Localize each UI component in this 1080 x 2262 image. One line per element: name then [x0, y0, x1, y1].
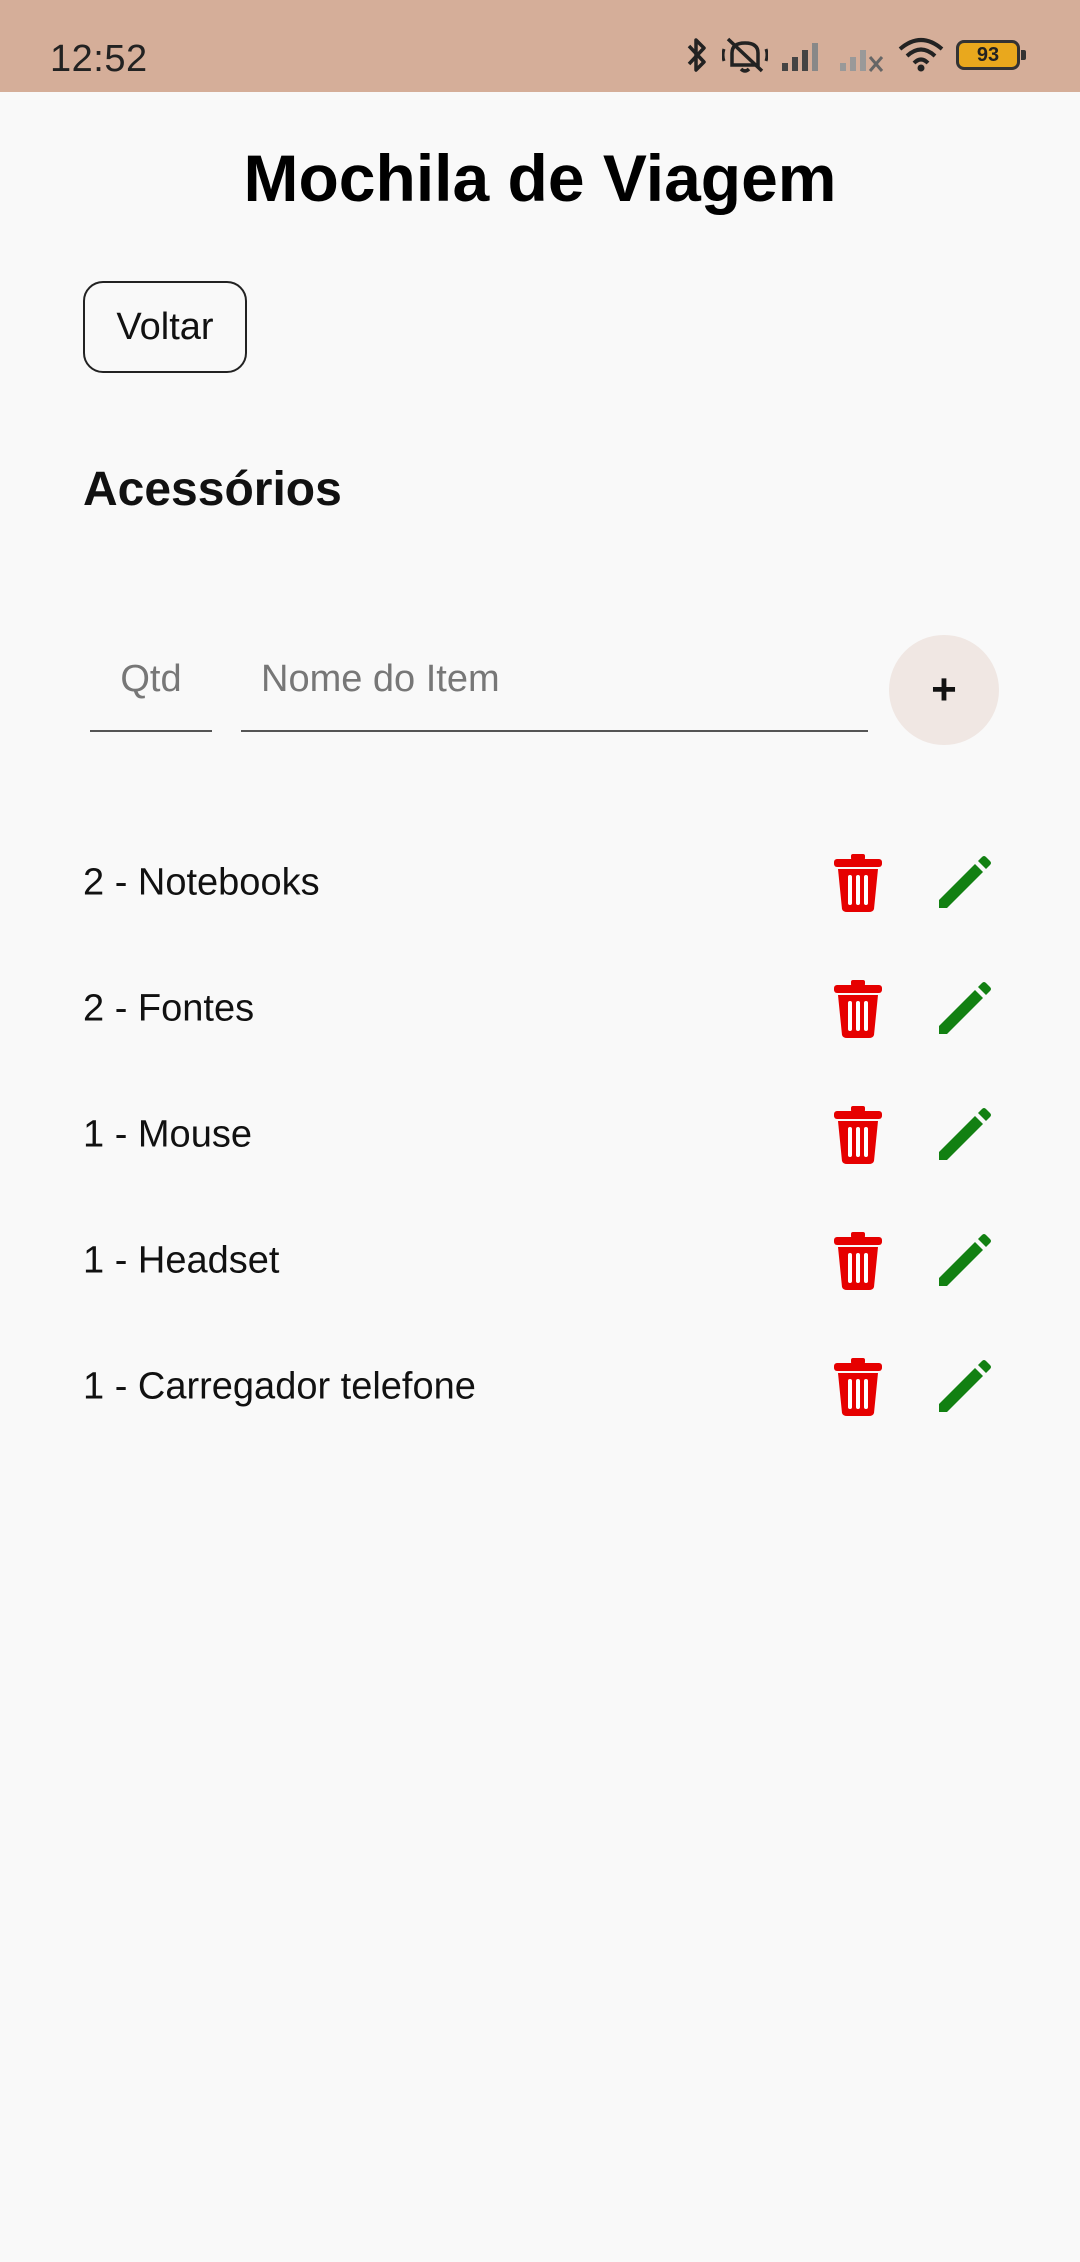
- item-name-input[interactable]: [241, 640, 868, 732]
- delete-button[interactable]: [818, 1221, 898, 1301]
- battery-icon: 93: [956, 40, 1026, 70]
- wifi-icon: [898, 38, 944, 72]
- edit-button[interactable]: [924, 1095, 1004, 1175]
- delete-button[interactable]: [818, 1095, 898, 1175]
- delete-button[interactable]: [818, 1347, 898, 1427]
- list-item: 1 - Carregador telefone: [0, 1324, 1080, 1450]
- trash-icon: [834, 854, 882, 912]
- pencil-icon: [939, 856, 991, 908]
- signal-icon: [782, 43, 818, 71]
- item-label: 1 - Mouse: [83, 1113, 252, 1156]
- quantity-input[interactable]: [90, 640, 212, 732]
- pencil-icon: [939, 1234, 991, 1286]
- pencil-icon: [939, 1360, 991, 1412]
- battery-level: 93: [976, 43, 1000, 66]
- list-item: 2 - Notebooks: [0, 820, 1080, 946]
- status-time: 12:52: [50, 38, 148, 80]
- list-item: 1 - Headset: [0, 1198, 1080, 1324]
- delete-button[interactable]: [818, 969, 898, 1049]
- trash-icon: [834, 1358, 882, 1416]
- status-bar: 12:52 93: [0, 0, 1080, 92]
- page-title: Mochila de Viagem: [243, 141, 837, 215]
- list-item: 2 - Fontes: [0, 946, 1080, 1072]
- silent-icon: [722, 37, 768, 73]
- signal-off-icon: [840, 50, 884, 72]
- trash-icon: [834, 1232, 882, 1290]
- pencil-icon: [939, 1108, 991, 1160]
- item-label: 1 - Headset: [83, 1239, 280, 1282]
- edit-button[interactable]: [924, 1347, 1004, 1427]
- item-label: 1 - Carregador telefone: [83, 1365, 476, 1408]
- edit-button[interactable]: [924, 1221, 1004, 1301]
- item-label: 2 - Notebooks: [83, 861, 320, 904]
- edit-button[interactable]: [924, 969, 1004, 1049]
- back-button[interactable]: Voltar: [83, 281, 247, 373]
- status-icons: 93: [684, 34, 1026, 76]
- bluetooth-icon: [687, 38, 706, 72]
- trash-icon: [834, 1106, 882, 1164]
- add-item-button[interactable]: +: [889, 635, 999, 745]
- pencil-icon: [939, 982, 991, 1034]
- delete-button[interactable]: [818, 843, 898, 923]
- trash-icon: [834, 980, 882, 1038]
- list-item: 1 - Mouse: [0, 1072, 1080, 1198]
- edit-button[interactable]: [924, 843, 1004, 923]
- item-label: 2 - Fontes: [83, 987, 255, 1030]
- section-title: Acessórios: [83, 463, 342, 516]
- plus-icon: +: [931, 665, 957, 714]
